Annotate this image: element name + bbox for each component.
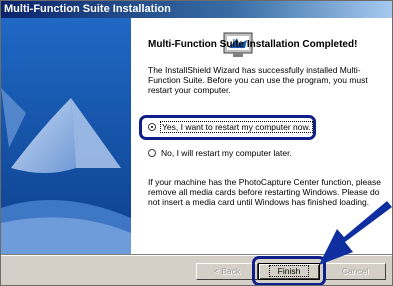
pointer-arrow-icon — [319, 201, 392, 265]
installer-window: Multi-Function Suite Installation Multi-… — [0, 0, 393, 286]
